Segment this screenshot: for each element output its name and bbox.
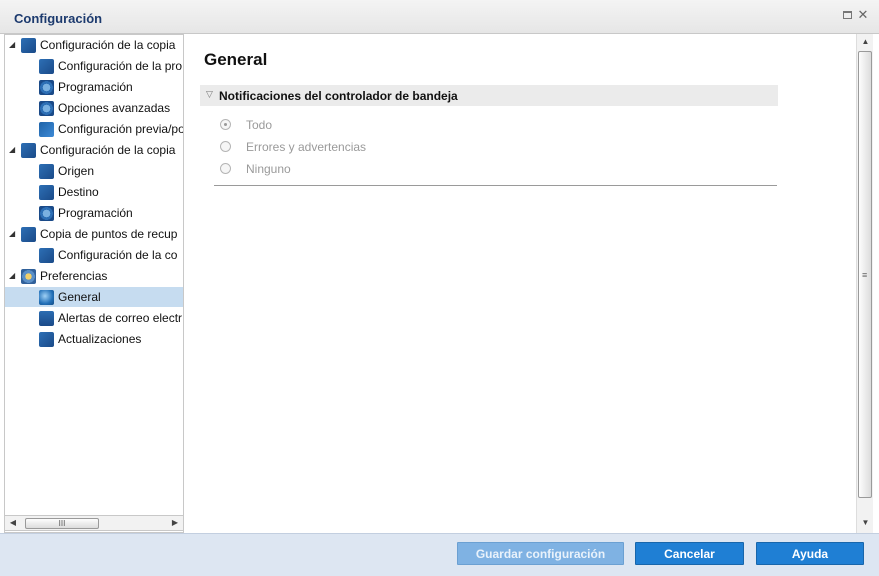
globe-icon: [39, 290, 54, 305]
schedule-icon: [39, 206, 54, 221]
advanced-options-icon: [39, 101, 54, 116]
radio-button[interactable]: [220, 163, 231, 174]
tree-horizontal-scrollbar[interactable]: ◀ III ▶: [4, 515, 184, 531]
chevron-down-icon[interactable]: ▽: [206, 89, 213, 100]
tree-item[interactable]: ◢ Preferencias: [5, 266, 183, 286]
tree-item-label: Configuración de la co: [58, 248, 178, 262]
copy-settings-icon: [39, 248, 54, 263]
tree-item[interactable]: ◢ Configuración de la copia: [5, 140, 183, 160]
scroll-thumb[interactable]: ≡: [858, 51, 872, 498]
tree-item[interactable]: Programación: [5, 203, 183, 223]
settings-tree: ◢ Configuración de la copia Configuración …: [4, 34, 184, 533]
scroll-down-icon[interactable]: ▼: [857, 518, 874, 527]
help-button[interactable]: Ayuda: [756, 542, 864, 565]
destination-icon: [39, 185, 54, 200]
source-icon: [39, 164, 54, 179]
tree-item-label: Opciones avanzadas: [58, 101, 171, 115]
tree-item-label: General: [58, 290, 101, 304]
tree-item-label: Actualizaciones: [58, 332, 142, 346]
save-settings-button[interactable]: Guardar configuración: [457, 542, 624, 565]
tree-item[interactable]: Opciones avanzadas: [5, 98, 183, 118]
tree-item-label: Configuración de la copia: [40, 38, 176, 52]
tree-item[interactable]: General: [5, 287, 183, 307]
recovery-point-copy-icon: [21, 227, 36, 242]
tree-item[interactable]: Origen: [5, 161, 183, 181]
radio-label: Errores y advertencias: [246, 140, 367, 154]
wrench-icon: [39, 122, 54, 137]
cancel-button[interactable]: Cancelar: [635, 542, 744, 565]
tree-item-label: Preferencias: [40, 269, 108, 283]
tree-item[interactable]: ◢ Copia de puntos de recup: [5, 224, 183, 244]
restore-icon[interactable]: [841, 9, 853, 21]
expander-icon[interactable]: ◢: [9, 140, 17, 160]
tree-item-label: Configuración previa/po: [58, 122, 184, 136]
tree-item-label: Alertas de correo electr: [58, 311, 183, 325]
preferences-icon: [21, 269, 36, 284]
tree-item[interactable]: Programación: [5, 77, 183, 97]
backup-settings-icon: [21, 38, 36, 53]
email-icon: [39, 311, 54, 326]
updates-icon: [39, 332, 54, 347]
scroll-thumb[interactable]: III: [25, 518, 99, 529]
tree-item[interactable]: Destino: [5, 182, 183, 202]
radio-label: Ninguno: [246, 162, 291, 176]
section-header[interactable]: ▽ Notificaciones del controlador de band…: [200, 85, 778, 106]
page-title: General: [204, 50, 268, 69]
scroll-left-icon[interactable]: ◀: [7, 518, 19, 527]
tree-item-label: Programación: [58, 206, 133, 220]
tree-item[interactable]: ◢ Configuración de la copia: [5, 35, 183, 55]
expander-icon[interactable]: ◢: [9, 35, 17, 55]
radio-button[interactable]: [220, 119, 231, 130]
tree-item[interactable]: Alertas de correo electr: [5, 308, 183, 328]
scroll-right-icon[interactable]: ▶: [169, 518, 181, 527]
expander-icon[interactable]: ◢: [9, 266, 17, 286]
section-title: Notificaciones del controlador de bandej…: [219, 89, 458, 103]
tree-item-label: Configuración de la pro: [58, 59, 183, 73]
settings-panel: General ▽ Notificaciones del controlador…: [184, 34, 856, 533]
window-title: Configuración: [14, 11, 103, 26]
tree-item-label: Configuración de la copia: [40, 143, 176, 157]
radio-label: Todo: [246, 118, 273, 132]
protection-settings-icon: [39, 59, 54, 74]
tree-item[interactable]: Configuración previa/po: [5, 119, 183, 139]
tree-item[interactable]: Configuración de la co: [5, 245, 183, 265]
schedule-icon: [39, 80, 54, 95]
scroll-grip: ≡: [862, 270, 868, 280]
close-icon[interactable]: ✕: [857, 8, 869, 21]
radio-button[interactable]: [220, 141, 231, 152]
tree-item[interactable]: Configuración de la pro: [5, 56, 183, 76]
footer-bar: Guardar configuración Cancelar Ayuda: [0, 533, 879, 576]
content-vertical-scrollbar[interactable]: ▲ ≡ ▼: [856, 34, 873, 533]
file-copy-settings-icon: [21, 143, 36, 158]
tree-item[interactable]: Actualizaciones: [5, 329, 183, 349]
title-bar: Configuración ✕: [0, 0, 879, 34]
section-divider: [214, 185, 777, 186]
tree-item-label: Copia de puntos de recup: [40, 227, 178, 241]
tree-item-label: Destino: [58, 185, 99, 199]
expander-icon[interactable]: ◢: [9, 224, 17, 244]
tree-item-label: Programación: [58, 80, 133, 94]
tree-item-label: Origen: [58, 164, 95, 178]
scroll-up-icon[interactable]: ▲: [857, 37, 874, 46]
